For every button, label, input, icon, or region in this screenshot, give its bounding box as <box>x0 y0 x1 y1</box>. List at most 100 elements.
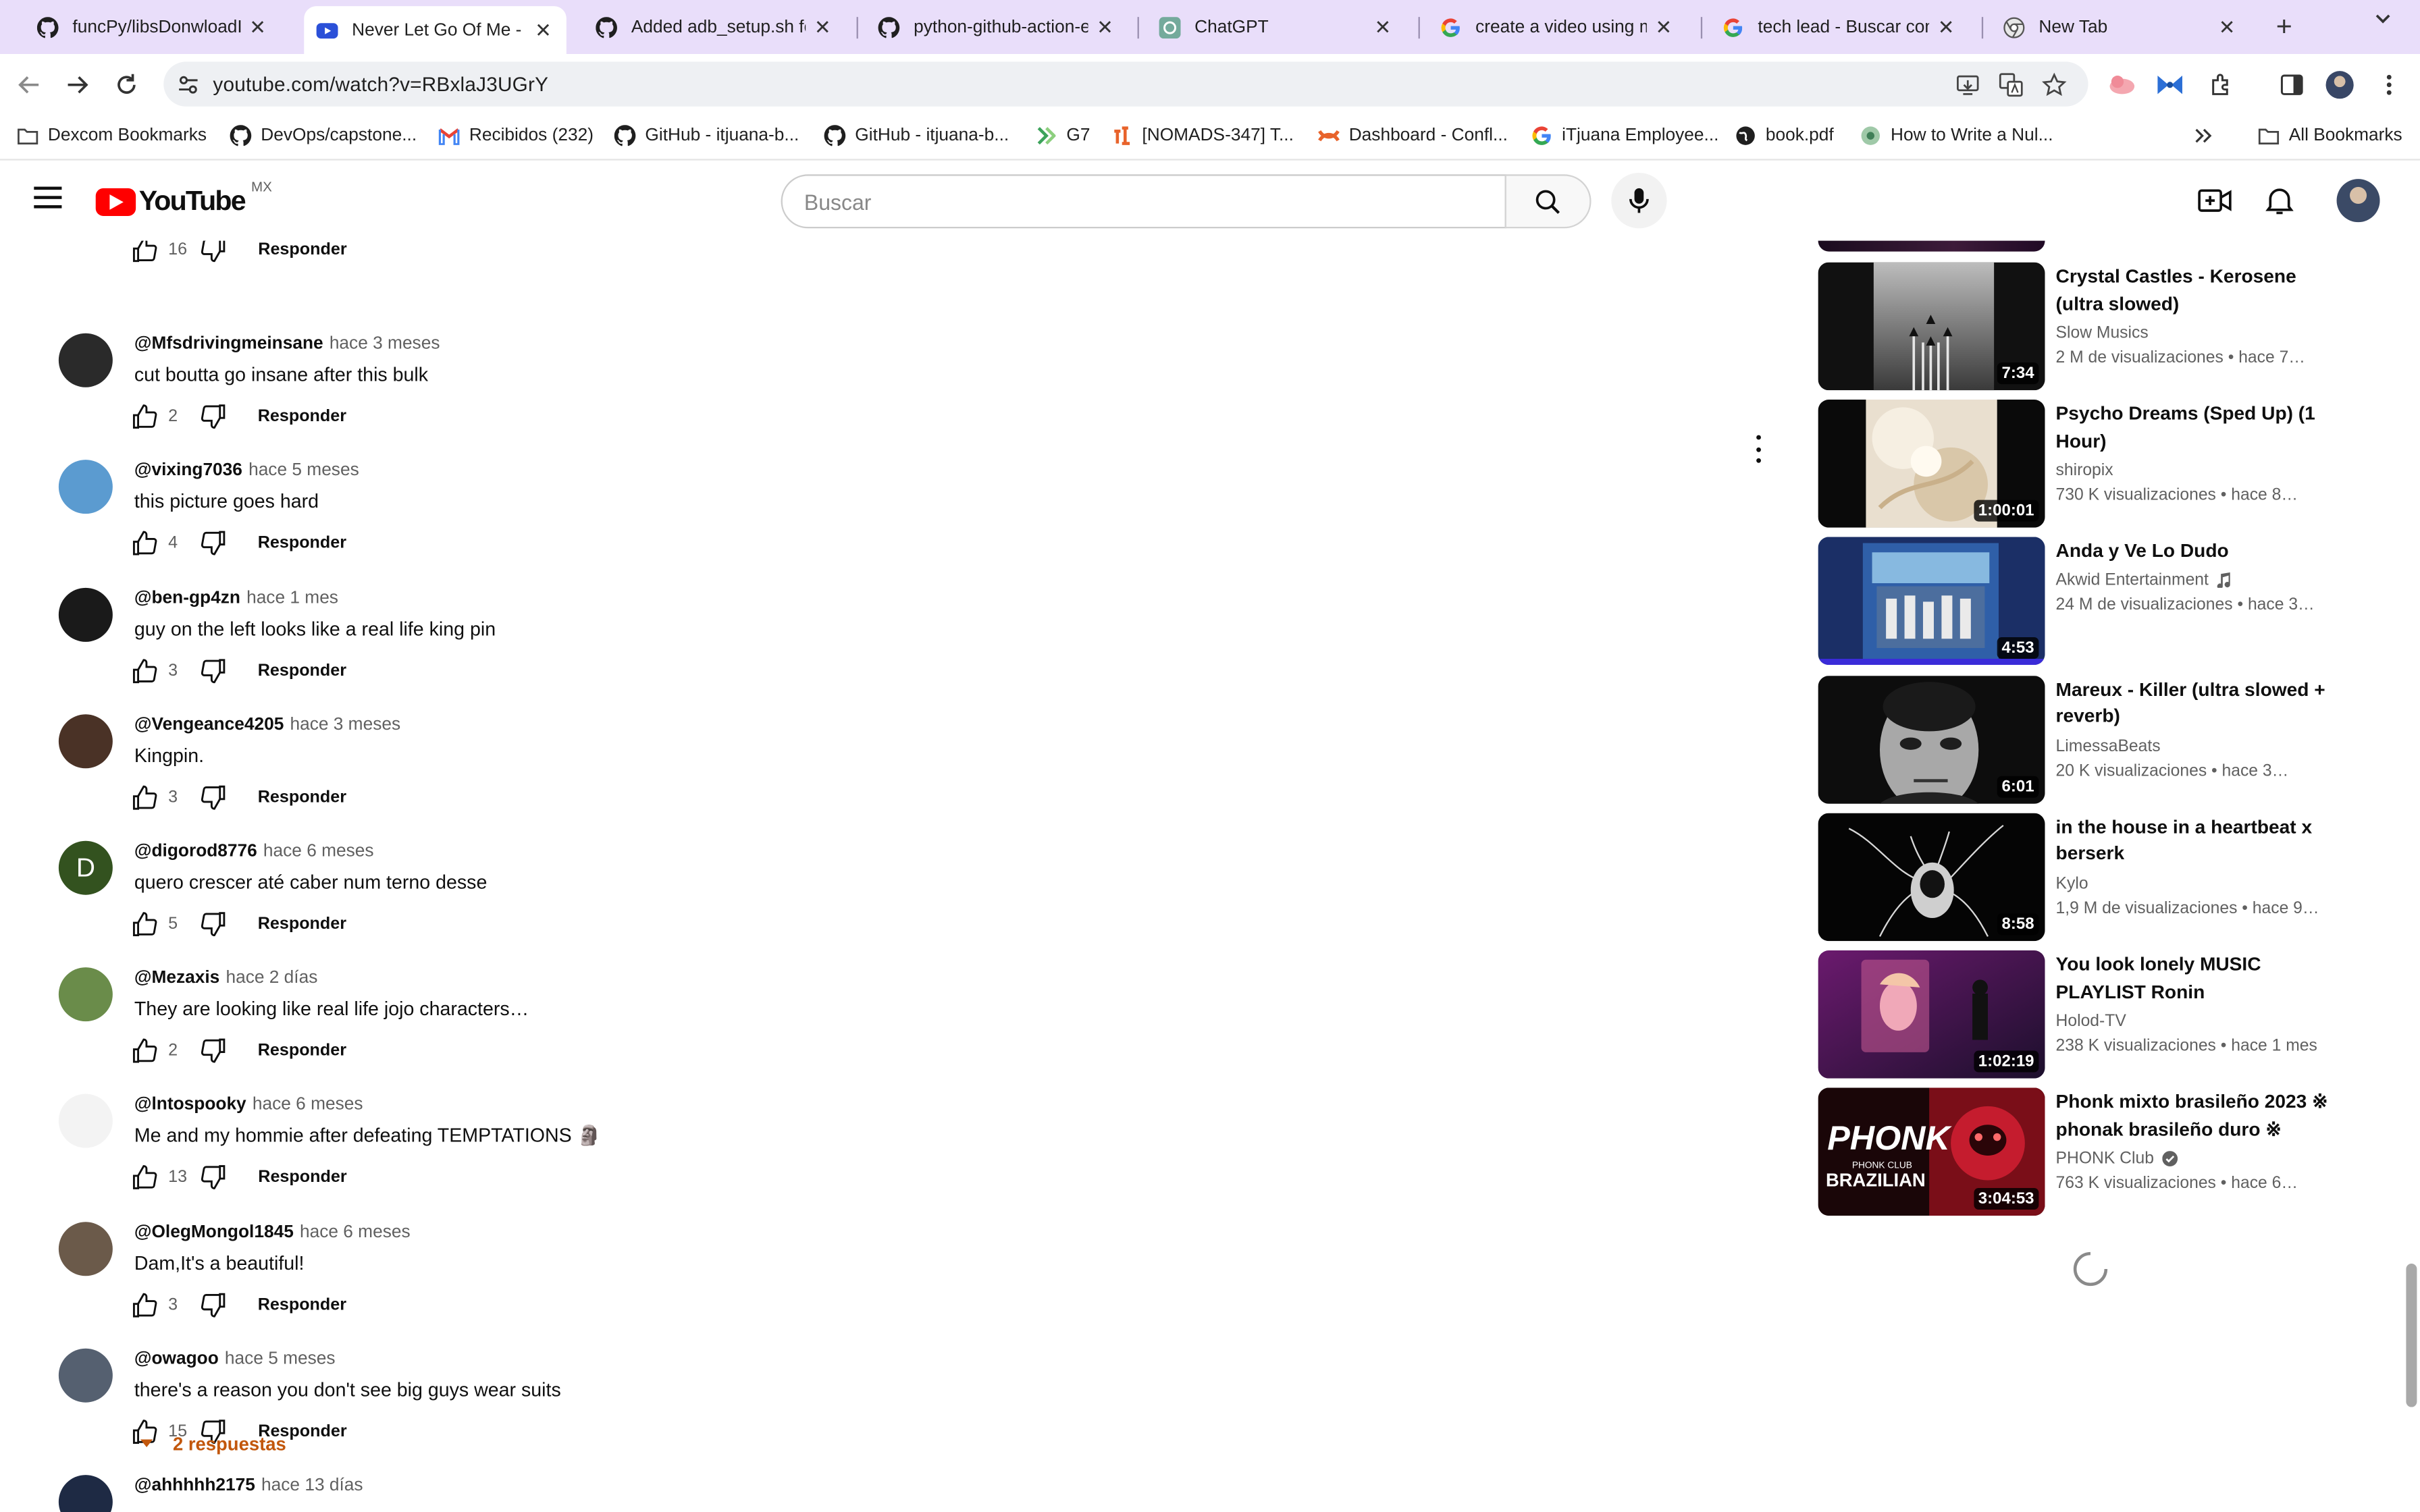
video-title[interactable]: Psycho Dreams (Sped Up) (1 Hour) <box>2056 402 2337 456</box>
reply-button[interactable]: Responder <box>258 662 346 680</box>
like-button[interactable] <box>131 530 159 558</box>
like-button[interactable] <box>131 1037 159 1064</box>
dislike-button[interactable] <box>187 657 227 684</box>
dislike-button[interactable] <box>187 784 227 811</box>
comment-timestamp[interactable]: hace 2 días <box>226 969 317 988</box>
dislike-button[interactable] <box>187 1164 227 1191</box>
dislike-button[interactable] <box>187 911 227 938</box>
related-video-item[interactable]: 1:00:01 Psycho Dreams (Sped Up) (1 Hour) s… <box>1818 400 2343 529</box>
reply-button[interactable]: Responder <box>258 915 346 933</box>
extension-bow-icon[interactable] <box>2156 71 2184 99</box>
commenter-avatar[interactable] <box>58 587 113 641</box>
commenter-avatar[interactable] <box>58 333 113 388</box>
comment-author[interactable]: @vixing7036 <box>134 462 242 480</box>
comment-timestamp[interactable]: hace 3 meses <box>290 716 400 734</box>
address-bar[interactable]: youtube.com/watch?v=RBxlaJ3UGrY <box>163 61 2088 107</box>
commenter-avatar[interactable] <box>58 1475 113 1512</box>
channel-name[interactable]: Slow Musics <box>2056 324 2149 342</box>
voice-search-button[interactable] <box>1611 172 1667 229</box>
commenter-avatar[interactable] <box>58 1348 113 1403</box>
more-bookmarks-chevron-icon[interactable] <box>2194 128 2213 144</box>
browser-tab[interactable]: create a video using ms ✕ <box>1427 6 1687 48</box>
extension-cloud-icon[interactable] <box>2108 71 2136 99</box>
close-tab-icon[interactable]: ✕ <box>247 15 269 40</box>
translate-icon[interactable] <box>1997 71 2025 99</box>
commenter-avatar[interactable] <box>58 1221 113 1276</box>
channel-name[interactable]: Holod-TV <box>2056 1012 2126 1030</box>
comment-author[interactable]: @ahhhhh2175 <box>134 1476 255 1494</box>
video-title[interactable]: Mareux - Killer (ultra slowed + reverb) <box>2056 676 2337 730</box>
side-panel-icon[interactable] <box>2278 71 2306 99</box>
account-avatar[interactable] <box>2336 179 2380 223</box>
dislike-button[interactable] <box>187 1037 227 1064</box>
install-app-icon[interactable] <box>1954 71 1982 99</box>
video-title[interactable]: You look lonely MUSIC PLAYLIST Ronin <box>2056 952 2337 1006</box>
browser-tab[interactable]: Never Let Go Of Me - Ba ✕ <box>304 6 567 54</box>
tab-search-chevron-icon[interactable] <box>2373 9 2392 32</box>
new-tab-button[interactable]: + <box>2269 11 2300 43</box>
video-title[interactable]: Crystal Castles - Kerosene (ultra slowed… <box>2056 264 2337 318</box>
comment-timestamp[interactable]: hace 6 meses <box>300 1223 411 1241</box>
dislike-button[interactable] <box>187 240 227 264</box>
search-input[interactable]: Buscar <box>781 174 1506 229</box>
browser-tab[interactable]: python-github-action-e ✕ <box>866 6 1128 48</box>
bookmark-item[interactable]: iTjuana Employee... <box>1531 125 1718 146</box>
partial-video-thumbnail[interactable] <box>1818 240 2045 252</box>
related-video-item[interactable]: 6:01 Mareux - Killer (ultra slowed + reve… <box>1818 675 2343 805</box>
reply-button[interactable]: Responder <box>258 1295 346 1314</box>
channel-name[interactable]: Akwid Entertainment <box>2056 572 2209 590</box>
commenter-avatar[interactable]: D <box>58 840 113 895</box>
guide-menu-icon[interactable] <box>34 186 62 209</box>
like-button[interactable] <box>131 911 159 938</box>
close-tab-icon[interactable]: ✕ <box>533 18 554 43</box>
create-video-icon[interactable] <box>2197 182 2234 219</box>
channel-name[interactable]: LimessaBeats <box>2056 737 2161 755</box>
like-button[interactable] <box>131 403 159 431</box>
comment-timestamp[interactable]: hace 5 meses <box>248 462 359 480</box>
comment-author[interactable]: @owagoo <box>134 1350 219 1368</box>
video-title[interactable]: Anda y Ve Lo Dudo <box>2056 539 2337 566</box>
dislike-button[interactable] <box>187 1291 227 1318</box>
video-thumbnail[interactable]: 1:02:19 <box>1818 950 2045 1079</box>
notifications-bell-icon[interactable] <box>2261 182 2298 219</box>
profile-avatar[interactable] <box>2325 71 2354 99</box>
like-button[interactable] <box>131 1164 159 1191</box>
comment-author[interactable]: @Mezaxis <box>134 969 219 988</box>
bookmark-item[interactable]: Dashboard - Confl... <box>1318 125 1508 146</box>
browser-tab[interactable]: tech lead - Buscar con G ✕ <box>1710 6 1970 48</box>
like-button[interactable] <box>131 657 159 684</box>
browser-tab[interactable]: Added adb_setup.sh for ✕ <box>583 6 846 48</box>
browser-tab[interactable]: funcPy/libsDonwloadInfo ✕ <box>25 6 281 48</box>
search-button[interactable] <box>1504 174 1592 229</box>
bookmark-item[interactable]: [NOMADS-347] T... <box>1111 125 1294 146</box>
video-thumbnail[interactable]: PHONK PHONK CLUB BRAZILIAN 3:04:53 <box>1818 1087 2045 1216</box>
bookmark-item[interactable]: G7 <box>1036 125 1090 146</box>
comment-author[interactable]: @OlegMongol1845 <box>134 1223 294 1241</box>
reply-button[interactable]: Responder <box>258 1168 346 1187</box>
video-title[interactable]: in the house in a heartbeat x berserk <box>2056 814 2337 868</box>
reload-button[interactable] <box>109 68 143 102</box>
video-title[interactable]: Phonk mixto brasileño 2023 ※ phonak bras… <box>2056 1089 2337 1143</box>
commenter-avatar[interactable] <box>58 1094 113 1149</box>
comment-timestamp[interactable]: hace 13 días <box>261 1476 363 1494</box>
related-video-item[interactable]: PHONK PHONK CLUB BRAZILIAN 3:04:53 Phonk mix… <box>1818 1087 2343 1218</box>
bookmark-item[interactable]: book.pdf <box>1735 125 1834 146</box>
close-tab-icon[interactable]: ✕ <box>812 15 833 40</box>
comment-timestamp[interactable]: hace 1 mes <box>246 589 338 607</box>
reply-button[interactable]: Responder <box>258 788 346 807</box>
channel-name[interactable]: shiropix <box>2056 462 2113 480</box>
close-tab-icon[interactable]: ✕ <box>1372 15 1394 40</box>
like-button[interactable] <box>131 1291 159 1318</box>
dislike-button[interactable] <box>187 530 227 558</box>
commenter-avatar[interactable] <box>58 967 113 1022</box>
comment-timestamp[interactable]: hace 5 meses <box>225 1350 336 1368</box>
reply-button[interactable]: Responder <box>258 408 346 426</box>
commenter-avatar[interactable] <box>58 460 113 515</box>
comment-timestamp[interactable]: hace 3 meses <box>330 335 440 353</box>
comment-author[interactable]: @Vengeance4205 <box>134 716 284 734</box>
bookmark-item[interactable]: Dexcom Bookmarks <box>17 125 207 146</box>
video-thumbnail[interactable]: 8:58 <box>1818 813 2045 941</box>
bookmark-item[interactable]: Recibidos (232) <box>438 125 594 146</box>
close-tab-icon[interactable]: ✕ <box>2216 15 2238 40</box>
like-button[interactable] <box>131 240 159 264</box>
